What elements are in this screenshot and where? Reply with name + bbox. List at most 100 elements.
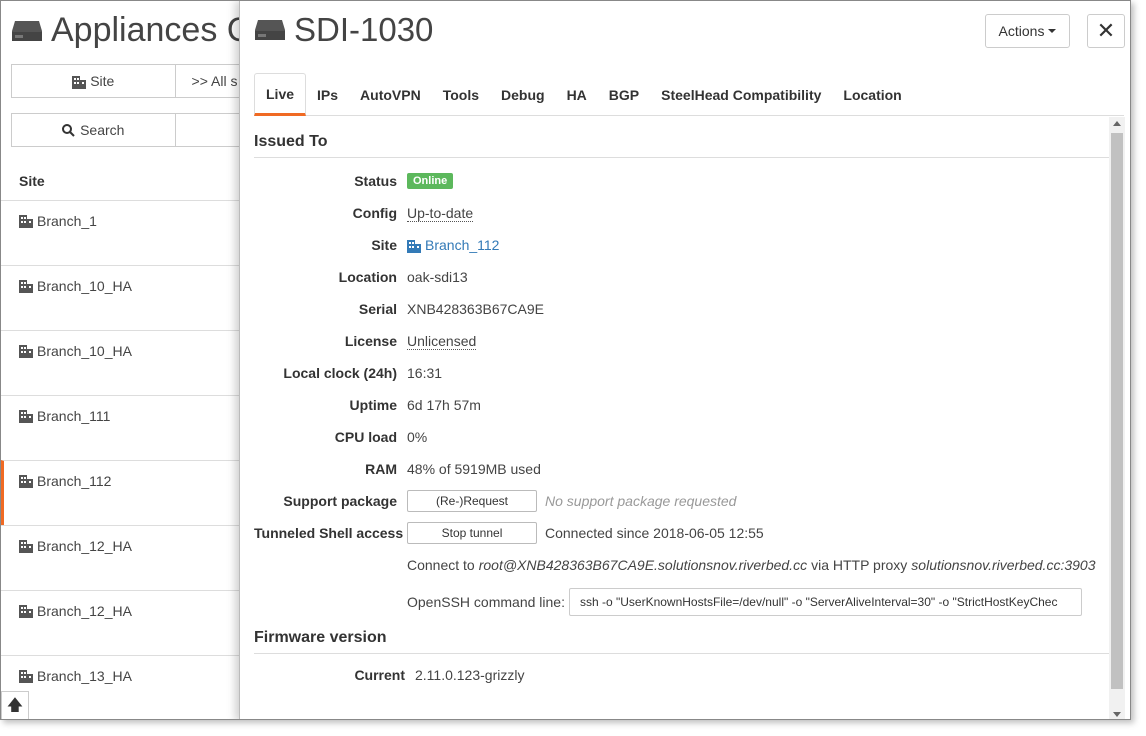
location-value: oak-sdi13 [407, 269, 468, 285]
tab-tools[interactable]: Tools [432, 73, 490, 116]
ram-value: 48% of 5919MB used [407, 461, 541, 477]
site-list-item[interactable]: Branch_13_HA [1, 655, 241, 719]
ram-row: RAM 48% of 5919MB used [254, 459, 1109, 479]
ram-label: RAM [365, 461, 397, 477]
license-row: License Unlicensed [254, 331, 1109, 351]
site-list-item[interactable]: Branch_112 [1, 460, 241, 525]
scroll-up-arrow-icon[interactable] [1113, 121, 1121, 126]
close-icon: ✕ [1096, 18, 1116, 44]
scroll-down-arrow-icon[interactable] [1113, 712, 1121, 717]
config-row: Config Up-to-date [254, 203, 1109, 223]
support-package-label: Support package [283, 493, 397, 509]
close-button[interactable]: ✕ [1087, 14, 1125, 48]
tunneled-shell-label: Tunneled Shell access [254, 525, 404, 541]
tunnel-status: Connected since 2018-06-05 12:55 [545, 525, 764, 541]
building-icon [19, 410, 33, 423]
site-list-item-label: Branch_10_HA [37, 278, 132, 294]
request-support-package-button[interactable]: (Re-)Request [407, 490, 537, 512]
search-button[interactable]: Search [12, 114, 176, 146]
actions-dropdown-button[interactable]: Actions [985, 14, 1070, 48]
hard-drive-icon [255, 20, 285, 40]
openssh-row: OpenSSH command line: [254, 587, 1109, 617]
license-value[interactable]: Unlicensed [407, 333, 477, 350]
tab-bar: Live IPs AutoVPN Tools Debug HA BGP SteelHead C… [254, 73, 1124, 116]
firmware-heading: Firmware version [254, 629, 1109, 654]
scrollbar-thumb[interactable] [1111, 133, 1123, 689]
site-list-item-label: Branch_10_HA [37, 343, 132, 359]
site-filter-button[interactable]: Site [12, 65, 176, 97]
issued-to-heading: Issued To [254, 133, 1109, 158]
building-icon [19, 540, 33, 553]
building-icon [19, 475, 33, 488]
local-clock-value: 16:31 [407, 365, 443, 381]
building-icon [19, 605, 33, 618]
appliances-page-title: Appliances C [11, 11, 251, 50]
tab-bgp[interactable]: BGP [598, 73, 650, 116]
site-list-item-label: Branch_12_HA [37, 603, 132, 619]
support-package-status: No support package requested [545, 493, 737, 509]
connect-proxy: solutionsnov.riverbed.cc:3903 [911, 557, 1096, 573]
tab-autovpn[interactable]: AutoVPN [349, 73, 432, 116]
location-label: Location [338, 269, 397, 285]
site-list-item-label: Branch_12_HA [37, 538, 132, 554]
building-icon [19, 670, 33, 683]
firmware-current-value: 2.11.0.123-grizzly [415, 667, 525, 683]
connect-prefix: Connect to [407, 557, 475, 573]
caret-down-icon [1048, 29, 1057, 33]
site-list-item-label: Branch_13_HA [37, 668, 132, 684]
app-window: Appliances C Site >> All s Search Site B… [0, 0, 1131, 720]
connect-info-row: Connect to root@XNB428363B67CA9E.solutio… [254, 555, 1109, 575]
stop-tunnel-button[interactable]: Stop tunnel [407, 522, 537, 544]
appliance-detail-panel: SDI-1030 Actions ✕ Live IPs AutoVPN Tools De… [239, 1, 1130, 719]
tab-ha[interactable]: HA [556, 73, 598, 116]
cpu-load-label: CPU load [334, 429, 397, 445]
tab-live[interactable]: Live [254, 73, 307, 116]
content-scrollbar[interactable] [1109, 117, 1125, 719]
site-link[interactable]: Branch_112 [407, 237, 499, 253]
search-icon [62, 123, 75, 137]
status-badge: Online [407, 173, 454, 189]
serial-row: Serial XNB428363B67CA9E [254, 299, 1109, 319]
tunneled-shell-row: Tunneled Shell access Stop tunnel Connec… [254, 522, 1109, 544]
connect-host: root@XNB428363B67CA9E.solutionsnov.river… [478, 557, 808, 573]
local-clock-row: Local clock (24h) 16:31 [254, 363, 1109, 383]
openssh-label: OpenSSH command line: [407, 594, 565, 610]
support-package-row: Support package (Re-)Request No support … [254, 490, 1109, 512]
building-icon [72, 75, 87, 89]
filter-bar: Site >> All s [11, 64, 251, 98]
site-column-header: Site [19, 173, 45, 189]
connect-via: via HTTP proxy [811, 557, 908, 573]
site-list: Branch_1 Branch_10_HA Branch_10_HA Branch_1… [1, 200, 241, 719]
tab-debug[interactable]: Debug [490, 73, 556, 116]
openssh-command-input[interactable] [568, 588, 1082, 616]
arrow-up-icon: 🡅 [6, 697, 24, 714]
uptime-value: 6d 17h 57m [407, 397, 481, 413]
tab-location[interactable]: Location [832, 73, 912, 116]
site-row: Site Branch_112 [254, 235, 1109, 255]
serial-value: XNB428363B67CA9E [407, 301, 544, 317]
hard-drive-icon [12, 20, 42, 41]
site-list-item[interactable]: Branch_10_HA [1, 330, 241, 395]
site-list-item[interactable]: Branch_12_HA [1, 590, 241, 655]
site-list-item[interactable]: Branch_10_HA [1, 265, 241, 330]
tab-steelhead-compatibility[interactable]: SteelHead Compatibility [650, 73, 832, 116]
local-clock-label: Local clock (24h) [283, 365, 397, 381]
status-label: Status [354, 173, 397, 189]
location-row: Location oak-sdi13 [254, 267, 1109, 287]
site-list-item[interactable]: Branch_1 [1, 200, 241, 265]
cpu-load-row: CPU load 0% [254, 427, 1109, 447]
building-icon [19, 345, 33, 358]
panel-title: SDI-1030 [254, 11, 433, 49]
site-list-item-label: Branch_112 [37, 473, 112, 489]
uptime-row: Uptime 6d 17h 57m [254, 395, 1109, 415]
site-list-item-label: Branch_111 [37, 408, 111, 424]
site-list-item[interactable]: Branch_12_HA [1, 525, 241, 590]
config-value[interactable]: Up-to-date [407, 205, 474, 222]
firmware-current-label: Current [354, 667, 405, 683]
site-list-item[interactable]: Branch_111 [1, 395, 241, 460]
scroll-top-button[interactable]: 🡅 [1, 691, 29, 719]
license-label: License [344, 333, 397, 349]
search-bar: Search [11, 113, 251, 147]
tab-ips[interactable]: IPs [306, 73, 349, 116]
building-icon [407, 239, 421, 253]
